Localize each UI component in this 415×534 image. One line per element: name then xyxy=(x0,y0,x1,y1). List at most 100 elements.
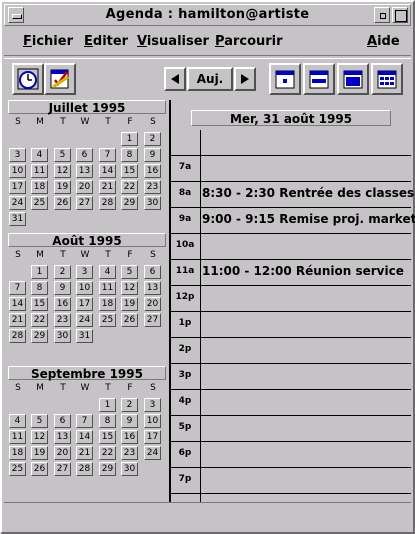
mini-calendar-day[interactable]: 15 xyxy=(99,430,116,444)
mini-calendar-day[interactable]: 25 xyxy=(31,196,48,210)
mini-calendar-day[interactable]: 31 xyxy=(9,212,26,226)
mini-calendar-day[interactable]: 18 xyxy=(31,180,48,194)
mini-calendar-day[interactable]: 19 xyxy=(54,180,71,194)
appointment[interactable]: 11:00 - 12:00 Réunion service xyxy=(202,264,404,278)
mini-calendar-day[interactable]: 6 xyxy=(76,148,93,162)
mini-calendar-day[interactable]: 17 xyxy=(9,180,26,194)
mini-calendar-day[interactable]: 23 xyxy=(54,313,71,327)
menu-parcourir[interactable]: Parcourir xyxy=(215,34,283,49)
menu-aide[interactable]: Aide xyxy=(367,34,400,49)
mini-calendar-day[interactable]: 3 xyxy=(144,398,161,412)
mini-calendar-day[interactable]: 16 xyxy=(54,297,71,311)
mini-calendar-day[interactable]: 17 xyxy=(144,430,161,444)
mini-calendar-day[interactable]: 9 xyxy=(121,414,138,428)
mini-calendar-day[interactable]: 30 xyxy=(121,462,138,476)
mini-calendar-day[interactable]: 5 xyxy=(121,265,138,279)
mini-calendar-day[interactable]: 1 xyxy=(31,265,48,279)
title-bar[interactable]: Agenda : hamilton@artiste xyxy=(4,4,411,26)
mini-calendar-day[interactable]: 24 xyxy=(9,196,26,210)
mini-calendar-month-title[interactable]: Août 1995 xyxy=(8,233,166,248)
mini-calendar-day[interactable]: 29 xyxy=(121,196,138,210)
appointment[interactable]: 9:00 - 9:15 Remise proj. market. xyxy=(202,212,415,226)
time-slot[interactable]: 11a 11:00 - 12:00 Réunion service xyxy=(171,260,411,286)
mini-calendar-day[interactable]: 9 xyxy=(54,281,71,295)
mini-calendar-day[interactable]: 10 xyxy=(144,414,161,428)
mini-calendar-day[interactable]: 4 xyxy=(99,265,116,279)
menu-fichier[interactable]: Fichier xyxy=(23,34,73,49)
mini-calendar-day[interactable]: 14 xyxy=(99,164,116,178)
mini-calendar-day[interactable]: 13 xyxy=(76,164,93,178)
mini-calendar-day[interactable]: 12 xyxy=(54,164,71,178)
mini-calendar-day[interactable]: 29 xyxy=(31,329,48,343)
week-view-button[interactable] xyxy=(303,63,335,95)
year-view-button[interactable] xyxy=(371,63,403,95)
minimize-button[interactable] xyxy=(374,7,390,23)
mini-calendar-day[interactable]: 11 xyxy=(9,430,26,444)
time-slot[interactable]: 4p xyxy=(171,390,411,416)
mini-calendar-day[interactable]: 22 xyxy=(31,313,48,327)
mini-calendar-day[interactable]: 30 xyxy=(144,196,161,210)
mini-calendar-day[interactable]: 20 xyxy=(54,446,71,460)
mini-calendar-day[interactable]: 8 xyxy=(99,414,116,428)
mini-calendar-day[interactable]: 5 xyxy=(31,414,48,428)
mini-calendar-day[interactable]: 4 xyxy=(31,148,48,162)
mini-calendar-day[interactable]: 11 xyxy=(99,281,116,295)
appointment-editor-button[interactable] xyxy=(12,63,44,95)
mini-calendar-day[interactable]: 8 xyxy=(121,148,138,162)
day-view-button[interactable] xyxy=(269,63,301,95)
mini-calendar-day[interactable]: 19 xyxy=(31,446,48,460)
time-slot[interactable]: 6p xyxy=(171,442,411,468)
mini-calendar-day[interactable]: 14 xyxy=(9,297,26,311)
mini-calendar-day[interactable]: 2 xyxy=(144,132,161,146)
mini-calendar-day[interactable]: 1 xyxy=(121,132,138,146)
mini-calendar-day[interactable]: 27 xyxy=(144,313,161,327)
mini-calendar-day[interactable]: 25 xyxy=(9,462,26,476)
mini-calendar-day[interactable]: 21 xyxy=(76,446,93,460)
mini-calendar-day[interactable]: 21 xyxy=(9,313,26,327)
mini-calendar-day[interactable]: 26 xyxy=(54,196,71,210)
mini-calendar-day[interactable]: 7 xyxy=(76,414,93,428)
maximize-button[interactable] xyxy=(392,7,408,23)
time-slot[interactable]: 7a xyxy=(171,156,411,182)
mini-calendar-day[interactable]: 26 xyxy=(31,462,48,476)
mini-calendar-day[interactable]: 7 xyxy=(99,148,116,162)
today-button[interactable]: Auj. xyxy=(187,67,233,91)
mini-calendar-day[interactable]: 17 xyxy=(76,297,93,311)
mini-calendar-day[interactable]: 12 xyxy=(31,430,48,444)
mini-calendar-day[interactable]: 3 xyxy=(76,265,93,279)
mini-calendar-day[interactable]: 13 xyxy=(54,430,71,444)
mini-calendar-month-title[interactable]: Juillet 1995 xyxy=(8,100,166,115)
mini-calendar-day[interactable]: 27 xyxy=(76,196,93,210)
time-slot[interactable]: 10a xyxy=(171,234,411,260)
mini-calendar-month-title[interactable]: Septembre 1995 xyxy=(8,366,166,381)
mini-calendar-day[interactable]: 24 xyxy=(144,446,161,460)
time-slot[interactable]: 1p xyxy=(171,312,411,338)
appointment[interactable]: 8:30 - 2:30 Rentrée des classes xyxy=(202,186,414,200)
time-slot[interactable]: 3p xyxy=(171,364,411,390)
mini-calendar-day[interactable]: 10 xyxy=(9,164,26,178)
mini-calendar-day[interactable]: 28 xyxy=(9,329,26,343)
mini-calendar-day[interactable]: 12 xyxy=(121,281,138,295)
mini-calendar-day[interactable]: 20 xyxy=(76,180,93,194)
time-slot[interactable]: 8a 8:30 - 2:30 Rentrée des classes xyxy=(171,182,414,208)
month-view-button[interactable] xyxy=(337,63,369,95)
mini-calendar-day[interactable]: 21 xyxy=(99,180,116,194)
mini-calendar-day[interactable]: 6 xyxy=(54,414,71,428)
mini-calendar-day[interactable]: 20 xyxy=(144,297,161,311)
mini-calendar-day[interactable]: 28 xyxy=(99,196,116,210)
mini-calendar-day[interactable]: 6 xyxy=(144,265,161,279)
time-slot[interactable]: 2p xyxy=(171,338,411,364)
mini-calendar-day[interactable]: 29 xyxy=(99,462,116,476)
mini-calendar-day[interactable]: 30 xyxy=(54,329,71,343)
next-day-button[interactable] xyxy=(234,67,256,91)
menu-visualiser[interactable]: Visualiser xyxy=(137,34,209,49)
mini-calendar-day[interactable]: 16 xyxy=(144,164,161,178)
mini-calendar-day[interactable]: 15 xyxy=(31,297,48,311)
mini-calendar-day[interactable]: 27 xyxy=(54,462,71,476)
mini-calendar-day[interactable]: 22 xyxy=(99,446,116,460)
mini-calendar-day[interactable]: 10 xyxy=(76,281,93,295)
mini-calendar-day[interactable]: 11 xyxy=(31,164,48,178)
mini-calendar-day[interactable]: 14 xyxy=(76,430,93,444)
mini-calendar-day[interactable]: 23 xyxy=(121,446,138,460)
mini-calendar-day[interactable]: 18 xyxy=(99,297,116,311)
